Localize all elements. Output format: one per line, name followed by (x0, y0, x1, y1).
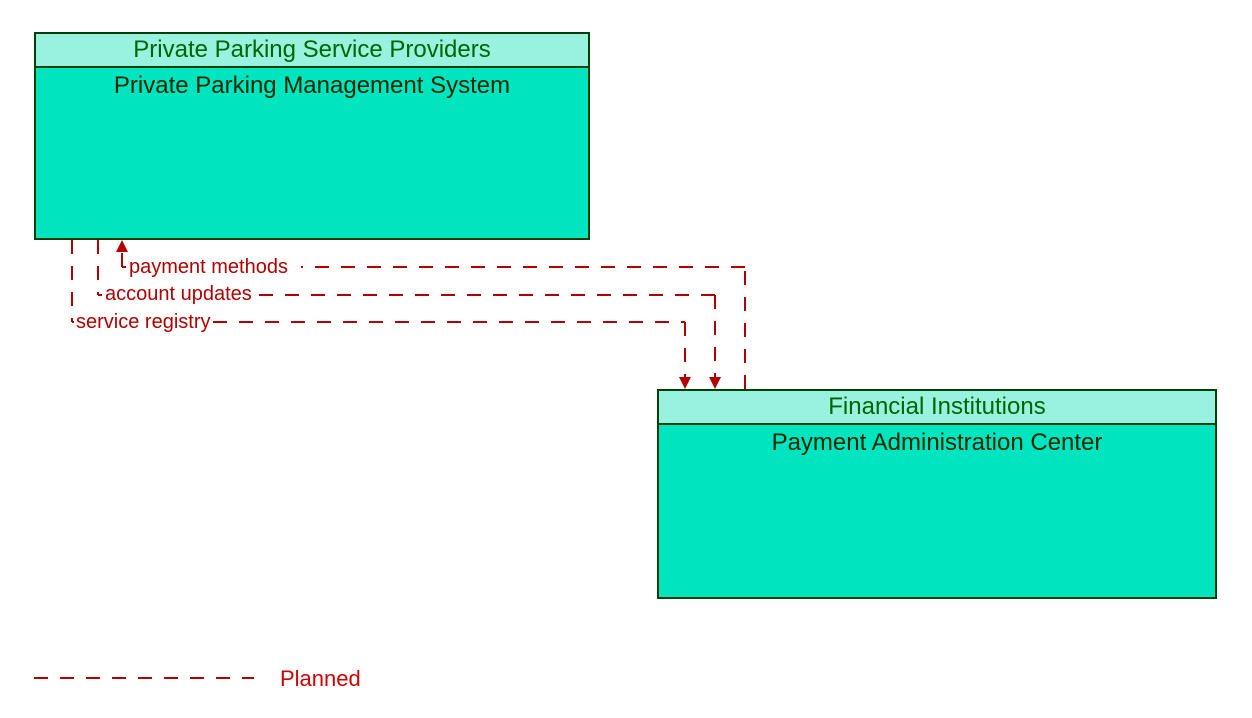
box-private-parking-owner: Private Parking Service Providers (36, 34, 588, 68)
flow-payment-methods-arrow (116, 240, 128, 252)
box-payment-admin-owner: Financial Institutions (659, 391, 1215, 425)
box-payment-admin: Financial Institutions Payment Administr… (657, 389, 1217, 599)
flow-service-registry-arrow (679, 377, 691, 389)
box-private-parking-system: Private Parking Management System (36, 68, 588, 100)
flow-account-updates-arrow (709, 377, 721, 389)
box-private-parking: Private Parking Service Providers Privat… (34, 32, 590, 240)
box-payment-admin-system: Payment Administration Center (659, 425, 1215, 457)
legend-planned-label: Planned (280, 666, 361, 692)
flow-label-account-updates: account updates (105, 283, 252, 306)
flow-label-service-registry: service registry (76, 311, 210, 334)
flow-label-payment-methods: payment methods (129, 256, 288, 279)
